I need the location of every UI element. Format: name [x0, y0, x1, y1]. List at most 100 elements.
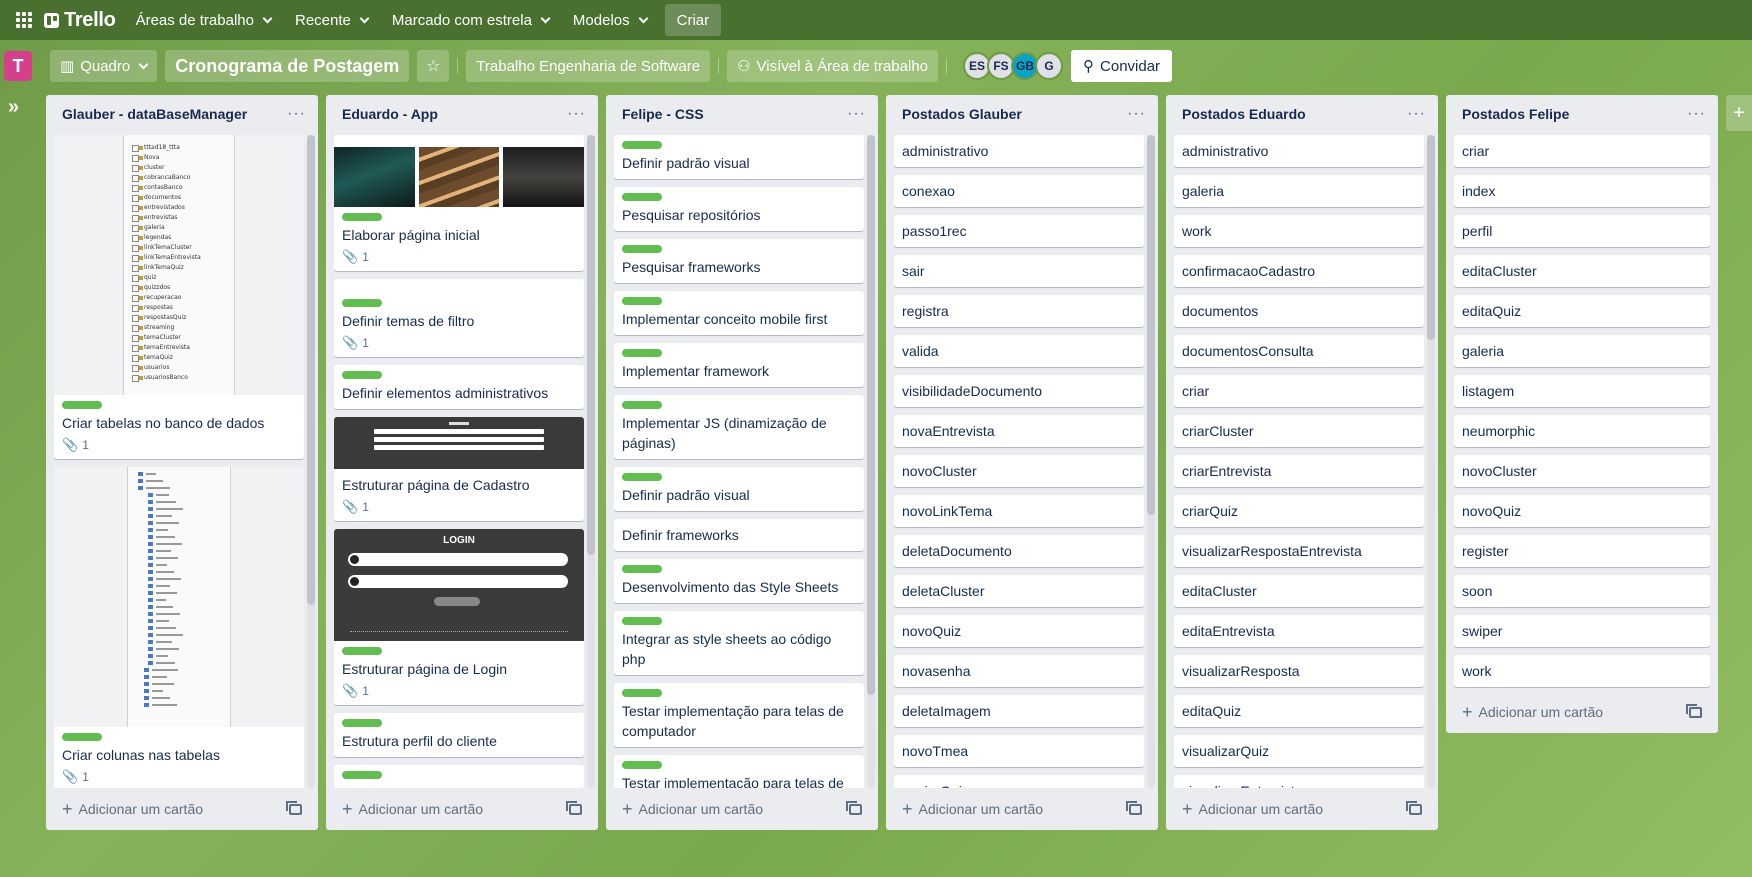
add-card-button[interactable]: + Adicionar um cartão — [1462, 703, 1603, 721]
list-card[interactable]: documentosConsulta — [1174, 335, 1424, 367]
add-card-button[interactable]: + Adicionar um cartão — [902, 800, 1043, 818]
add-card-button[interactable]: + Adicionar um cartão — [62, 800, 203, 818]
list-card[interactable]: galeria — [1454, 335, 1710, 367]
scrollbar-thumb[interactable] — [587, 135, 595, 555]
add-card-button[interactable]: + Adicionar um cartão — [342, 800, 483, 818]
list-scrollbar[interactable] — [307, 135, 315, 788]
list-card[interactable]: deletaDocumento — [894, 535, 1144, 567]
list-scrollbar[interactable] — [1147, 135, 1155, 788]
list-card[interactable]: visualizarEntrevista — [1174, 775, 1424, 788]
list-menu-icon[interactable]: ··· — [847, 105, 866, 123]
list-card[interactable]: work — [1454, 655, 1710, 687]
list-card[interactable]: index — [1454, 175, 1710, 207]
list-card[interactable]: novoCluster — [1454, 455, 1710, 487]
create-from-template-icon[interactable] — [846, 800, 862, 815]
scrollbar-thumb[interactable] — [307, 135, 315, 605]
list-title[interactable]: Postados Felipe — [1462, 106, 1569, 122]
list-title[interactable]: Eduardo - App — [342, 106, 438, 122]
list-scrollbar[interactable] — [1427, 135, 1435, 788]
create-from-template-icon[interactable] — [1406, 800, 1422, 815]
list-card[interactable]: galeria — [1174, 175, 1424, 207]
list-card[interactable]: Testar implementação para telas de compu… — [614, 683, 864, 747]
list-card[interactable]: Testar implementação para telas de telev… — [614, 755, 864, 788]
nav-templates-button[interactable]: Modelos — [561, 4, 659, 36]
list-card[interactable]: Implementar conceito mobile first — [614, 291, 864, 335]
list-card[interactable]: tttad18_ttta Nova cluster cobrancaBanco cont… — [54, 135, 304, 459]
list-card[interactable]: criar — [1454, 135, 1710, 167]
create-from-template-icon[interactable] — [1126, 800, 1142, 815]
list-card[interactable]: listagem — [1454, 375, 1710, 407]
list-card[interactable]: editaCluster — [1174, 575, 1424, 607]
list-title[interactable]: Felipe - CSS — [622, 106, 704, 122]
list-card[interactable]: Definir padrão visual — [614, 135, 864, 179]
list-title[interactable]: Postados Eduardo — [1182, 106, 1306, 122]
list-card[interactable]: deletaImagem — [894, 695, 1144, 727]
list-card[interactable]: Definir padrão visual — [614, 467, 864, 511]
list-card[interactable]: valida — [894, 335, 1144, 367]
list-card[interactable]: LOGIN Estruturar página de Login 📎 1 — [334, 529, 584, 705]
list-card[interactable]: enviarQuiz — [894, 775, 1144, 788]
list-card[interactable]: perfil — [1454, 215, 1710, 247]
list-card[interactable]: Estruturar página de Cadastro 📎 1 — [334, 417, 584, 521]
list-card[interactable]: Definir frameworks — [614, 519, 864, 551]
list-card[interactable]: Implementar framework — [614, 343, 864, 387]
trello-logo[interactable]: Trello — [40, 4, 124, 36]
add-card-button[interactable]: + Adicionar um cartão — [1182, 800, 1323, 818]
list-card[interactable]: confirmacaoCadastro — [1174, 255, 1424, 287]
member-avatar[interactable]: G — [1035, 52, 1064, 80]
invite-button[interactable]: ⚲ Convidar — [1071, 50, 1173, 82]
create-from-template-icon[interactable] — [566, 800, 582, 815]
list-card[interactable]: deletaCluster — [894, 575, 1144, 607]
list-card[interactable]: passo1rec — [894, 215, 1144, 247]
list-card[interactable]: Criar colunas nas tabelas 📎 1 — [54, 467, 304, 788]
list-card[interactable]: criarCluster — [1174, 415, 1424, 447]
create-from-template-icon[interactable] — [286, 800, 302, 815]
list-card[interactable]: novaEntrevista — [894, 415, 1144, 447]
list-card[interactable]: work — [1174, 215, 1424, 247]
list-menu-icon[interactable]: ··· — [567, 105, 586, 123]
list-card[interactable]: Integrar as style sheets ao código php — [614, 611, 864, 675]
list-card[interactable]: register — [1454, 535, 1710, 567]
workspace-avatar[interactable]: T — [4, 51, 32, 81]
list-card[interactable]: visualizarRespostaEntrevista — [1174, 535, 1424, 567]
list-scrollbar[interactable] — [587, 135, 595, 788]
list-card[interactable]: editaEntrevista — [1174, 615, 1424, 647]
list-card[interactable]: editaCluster — [1454, 255, 1710, 287]
list-card[interactable]: criarQuiz — [1174, 495, 1424, 527]
list-card[interactable]: novoQuiz — [894, 615, 1144, 647]
list-card[interactable]: documentos — [1174, 295, 1424, 327]
list-card[interactable]: visualizarQuiz — [1174, 735, 1424, 767]
list-card[interactable]: registra — [894, 295, 1144, 327]
list-menu-icon[interactable]: ··· — [1687, 105, 1706, 123]
board-view-switcher[interactable]: ▥ Quadro — [50, 50, 158, 82]
list-scrollbar[interactable] — [867, 135, 875, 788]
list-card[interactable]: criar — [1174, 375, 1424, 407]
list-card[interactable]: conexao — [894, 175, 1144, 207]
list-card[interactable]: neumorphic — [1454, 415, 1710, 447]
list-menu-icon[interactable]: ··· — [287, 105, 306, 123]
list-card[interactable]: Pesquisar frameworks — [614, 239, 864, 283]
add-card-button[interactable]: + Adicionar um cartão — [622, 800, 763, 818]
list-card[interactable]: Implementar JS (dinamização de páginas) — [614, 395, 864, 459]
expand-sidebar-icon[interactable]: » — [8, 96, 19, 119]
list-menu-icon[interactable]: ··· — [1407, 105, 1426, 123]
create-button[interactable]: Criar — [664, 4, 722, 36]
scrollbar-thumb[interactable] — [1427, 135, 1435, 340]
list-card[interactable]: soon — [1454, 575, 1710, 607]
apps-switcher-button[interactable] — [8, 4, 40, 36]
list-card[interactable]: sair — [894, 255, 1144, 287]
list-card[interactable]: novoTmea — [894, 735, 1144, 767]
list-card[interactable]: administrativo — [894, 135, 1144, 167]
list-card[interactable]: editaQuiz — [1454, 295, 1710, 327]
list-card[interactable]: Elaborar página inicial 📎 1 — [334, 135, 584, 271]
list-card-partial[interactable] — [334, 765, 584, 788]
list-card[interactable]: Definir elementos administrativos — [334, 365, 584, 409]
board-title[interactable]: Cronograma de Postagem — [165, 50, 410, 82]
list-card[interactable]: novoLinkTema — [894, 495, 1144, 527]
list-title[interactable]: Glauber - dataBaseManager — [62, 106, 247, 122]
list-card[interactable]: criarEntrevista — [1174, 455, 1424, 487]
star-board-button[interactable]: ☆ — [417, 50, 450, 82]
visibility-button[interactable]: ⚇ Visível à Área de trabalho — [727, 50, 939, 82]
list-card[interactable]: swiper — [1454, 615, 1710, 647]
list-card[interactable]: administrativo — [1174, 135, 1424, 167]
